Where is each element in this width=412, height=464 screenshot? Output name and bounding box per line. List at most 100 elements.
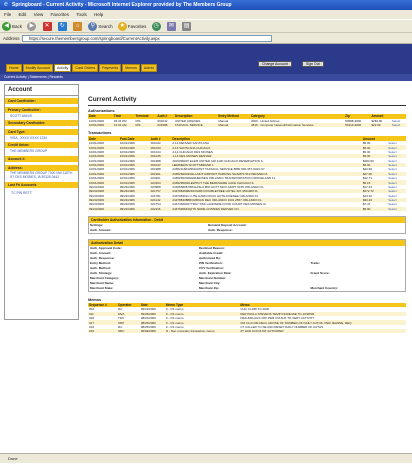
back-arrow-icon: ◀ xyxy=(2,22,11,32)
authorizations-heading: Authorizations xyxy=(88,109,115,113)
table-cell: ZT HAD ACCOUNT ACTIVATED xyxy=(239,329,406,334)
history-icon: ◷ xyxy=(151,22,161,32)
forward-button[interactable]: ▶ xyxy=(27,20,37,32)
sidebar-title: Account xyxy=(5,85,78,96)
sidebar-field-value xyxy=(5,126,78,127)
table-row: 10/01/2006 12:32 AM RIS 001988 TAXFACIL SERV… xyxy=(88,122,406,128)
select-link[interactable]: Select xyxy=(387,206,406,211)
table-cell: 10/01/2006 xyxy=(88,122,113,128)
status-text: Done xyxy=(8,456,18,461)
stop-icon: ✕ xyxy=(42,22,52,32)
print-icon: ▤ xyxy=(182,22,192,32)
tab-activity[interactable]: Activity xyxy=(53,64,72,72)
detail-row: Auth. Amount: Auth. Response: xyxy=(89,227,405,233)
sign-out-button[interactable]: Sign Out xyxy=(302,61,324,67)
tab-card-orders[interactable]: Card Orders xyxy=(72,64,99,72)
favorites-button[interactable]: ★ Favorites xyxy=(117,20,146,32)
table-cell: $22.90 xyxy=(370,122,391,128)
app-tabs: Home Modify Account Activity Card Orders Pay… xyxy=(6,64,158,72)
home-button[interactable]: ⌂ xyxy=(73,20,83,32)
memos-heading: Memos xyxy=(88,297,102,302)
table-row: 019 SRC 06/09/2006 N - Non-monetary transac… xyxy=(88,329,406,334)
detail-field xyxy=(197,227,208,233)
sidebar-field-value: THE MEMBERS GROUP xyxy=(10,148,48,153)
toolbar: ◀ Back ▶ ✕ ↻ ⌂ ⚲ Search ★ Favorites ◷ ✉ ▤ xyxy=(0,19,412,33)
table-cell: Manual xyxy=(217,122,250,128)
star-icon: ★ xyxy=(117,22,127,32)
table-cell: TAXFACIL SERVICE xyxy=(173,122,218,128)
tab-payments[interactable]: Payments xyxy=(99,64,122,72)
sidebar-field-value: VISA - XXXX XXXX 1234 xyxy=(10,135,48,140)
table-cell: SRC xyxy=(117,329,140,334)
detail-row: Merchant State: Merchant Zip: Merchant Cou… xyxy=(89,285,405,291)
account-sidebar: Account Card Cardholder: Primary Cardhold… xyxy=(4,84,79,320)
status-bar: Done xyxy=(0,453,412,463)
tab-modify-account[interactable]: Modify Account xyxy=(22,64,53,72)
title-bar: e Springboard - Current Activity - Micro… xyxy=(0,0,412,10)
authorizations-table: Date Time Terminal Auth # Description Entry M… xyxy=(88,114,406,128)
menu-tools[interactable]: Tools xyxy=(76,12,87,17)
address-input[interactable]: https://secure.themembersgroup.com/sprin… xyxy=(22,35,272,42)
browser-window: e Springboard - Current Activity - Micro… xyxy=(0,0,412,463)
table-cell: 4816 - Computer Network/Information Serv… xyxy=(250,122,345,128)
table-cell: 12:32 AM xyxy=(112,122,135,128)
table-cell: N - Non-monetary transaction memo xyxy=(164,329,240,334)
menu-edit[interactable]: Edit xyxy=(19,12,27,17)
history-button[interactable]: ◷ xyxy=(151,20,162,32)
table-row: 09/23/2006 09/23/2006 022116 2447696642QITS… xyxy=(88,206,406,211)
search-button[interactable]: ⚲ Search xyxy=(88,20,113,32)
search-icon: ⚲ xyxy=(88,22,98,32)
table-cell: 001988 xyxy=(156,122,174,128)
sidebar-field-value xyxy=(5,104,78,105)
table-cell: 09/23/2006 xyxy=(118,206,150,211)
home-icon: ⌂ xyxy=(73,22,83,32)
table-cell: RIS xyxy=(134,122,157,128)
tab-home[interactable]: Home xyxy=(6,64,22,72)
mail-button[interactable]: ✉ xyxy=(166,20,177,32)
menu-bar: File Edit View Favorites Tools Help xyxy=(0,10,412,19)
forward-arrow-icon: ▶ xyxy=(27,22,37,32)
table-cell: 06/09/2006 xyxy=(139,329,165,334)
auth-info-panel: Cardholder Authorization Information - D… xyxy=(88,215,406,234)
memos-table: Sequence # Operator Date Memo Type Memo 002 RC… xyxy=(88,302,406,334)
detail-field: Merchant Zip: xyxy=(197,285,310,291)
menu-favorites[interactable]: Favorites xyxy=(51,12,70,17)
detail-field: Auth. Amount: xyxy=(89,227,198,233)
stop-button[interactable]: ✕ xyxy=(42,20,53,32)
refresh-button[interactable]: ↻ xyxy=(57,20,68,32)
address-bar: Address https://secure.themembersgroup.c… xyxy=(0,33,412,44)
menu-view[interactable]: View xyxy=(34,12,44,17)
web-page: Home Modify Account Activity Card Orders Pay… xyxy=(0,44,412,453)
tab-memos[interactable]: Memos xyxy=(122,64,140,72)
table-cell: $5.00 xyxy=(361,206,388,211)
menu-help[interactable]: Help xyxy=(94,12,103,17)
menu-file[interactable]: File xyxy=(4,12,11,17)
address-label: Address xyxy=(3,36,20,41)
detail-field: Auth. Response: xyxy=(207,227,396,233)
print-button[interactable]: ▤ xyxy=(182,20,192,32)
detail-field xyxy=(395,227,405,233)
table-cell: 019 xyxy=(88,329,118,334)
url-text: https://secure.themembersgroup.com/sprin… xyxy=(29,36,160,41)
sidebar-field-value: SCOTT ANNIS xyxy=(10,113,32,118)
table-cell: 022116 xyxy=(149,206,172,211)
sidebar-field-value: THE MEMBERS GROUP 7000 NW 118TH ST DES M… xyxy=(10,171,73,180)
back-button[interactable]: ◀ Back xyxy=(2,20,22,32)
select-link[interactable]: Select xyxy=(390,122,406,128)
window-title: Springboard - Current Activity - Microso… xyxy=(12,2,232,8)
refresh-icon: ↻ xyxy=(57,22,67,32)
detail-field: Merchant Country: xyxy=(309,285,405,291)
change-account-button[interactable]: Change Account xyxy=(258,61,292,67)
page-title: Current Activity xyxy=(88,96,406,106)
auth-detail-panel: Authorization Detail Auth. Approval Code… xyxy=(88,238,406,292)
detail-field: Merchant State: xyxy=(89,285,198,291)
mail-icon: ✉ xyxy=(166,22,176,32)
tab-admin[interactable]: Admin xyxy=(140,64,158,72)
sidebar-link[interactable]: TC PIN RETT xyxy=(5,189,78,197)
sub-navigation[interactable]: Current Activity | Statements | Rewards xyxy=(0,74,412,81)
transactions-table: Date Post Date Auth # Description Amount 10/0… xyxy=(88,136,406,211)
table-cell: 50419-3000 xyxy=(344,122,371,128)
app-header: Home Modify Account Activity Card Orders Pay… xyxy=(0,44,412,74)
table-cell: 09/23/2006 xyxy=(88,206,119,211)
transactions-heading: Transactions xyxy=(88,131,112,136)
